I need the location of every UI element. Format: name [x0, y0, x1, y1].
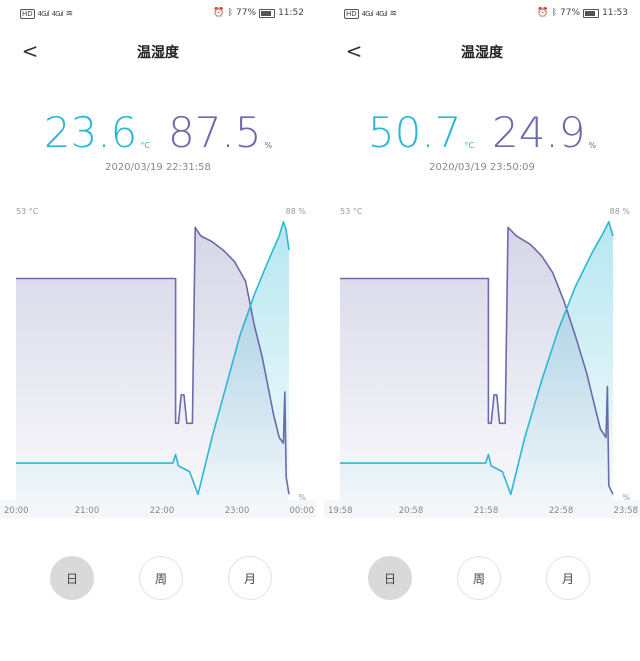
y-right-label-top: 88 %	[610, 207, 631, 216]
current-readings: 50.7 °C 24.9 %	[324, 108, 640, 158]
alarm-icon: ⏰	[213, 8, 225, 18]
history-chart[interactable]: 53 °C 88 %% 19:58 20:58 21:58 22:58 23:58	[324, 198, 640, 520]
bluetooth-icon: ᛒ	[227, 8, 234, 18]
status-bar: HD 4G.ıl 4G.ıl ≋ ⏰ ᛒ 77% 11:52	[0, 0, 316, 30]
wifi-icon: ≋	[65, 9, 74, 19]
signal-icon-2: 4G.ıl	[51, 10, 64, 18]
temperature-value: 50.7	[367, 108, 462, 157]
bluetooth-icon: ᛒ	[551, 8, 558, 18]
x-tick-label: 00:00	[290, 506, 315, 516]
y-right-label-bottom: %	[298, 493, 306, 502]
history-chart[interactable]: 53 °C 88 %% 20:00 21:00 22:00 23:00 00:00	[0, 198, 316, 520]
tab-week[interactable]: 周	[139, 556, 183, 600]
signal-icon-2: 4G.ıl	[375, 10, 388, 18]
header: < 温湿度	[0, 36, 316, 66]
x-tick-label: 21:58	[474, 506, 499, 516]
tab-week[interactable]: 周	[457, 556, 501, 600]
current-readings: 23.6 °C 87.5 %	[0, 108, 316, 158]
battery-icon	[259, 8, 276, 18]
x-tick-label: 22:00	[150, 506, 175, 516]
page-title: 温湿度	[137, 45, 179, 61]
battery-icon	[583, 8, 600, 18]
tab-month[interactable]: 月	[228, 556, 272, 600]
x-tick-label: 20:00	[4, 506, 29, 516]
x-tick-label: 19:58	[328, 506, 353, 516]
x-tick-label: 23:58	[614, 506, 639, 516]
humidity-value: 87.5	[167, 108, 262, 157]
hd-badge: HD	[20, 9, 35, 19]
x-tick-label: 20:58	[399, 506, 424, 516]
x-tick-label: 22:58	[549, 506, 574, 516]
x-tick-label: 21:00	[75, 506, 100, 516]
hd-badge: HD	[344, 9, 359, 19]
clock: 11:52	[278, 8, 304, 18]
humidity-unit: %	[588, 141, 597, 150]
y-left-label: 53 °C	[340, 207, 363, 216]
tab-month[interactable]: 月	[546, 556, 590, 600]
humidity-value: 24.9	[491, 108, 586, 157]
signal-icon: 4G.ıl	[361, 10, 374, 18]
screen-right: HD 4G.ıl 4G.ıl ≋ ⏰ ᛒ 77% 11:53 < 温湿度 50.…	[324, 0, 640, 661]
clock: 11:53	[602, 8, 628, 18]
battery-percent: 77%	[560, 8, 581, 18]
signal-icon: 4G.ıl	[37, 10, 50, 18]
x-tick-label: 23:00	[225, 506, 250, 516]
humidity-unit: %	[264, 141, 273, 150]
battery-percent: 77%	[236, 8, 257, 18]
status-bar: HD 4G.ıl 4G.ıl ≋ ⏰ ᛒ 77% 11:53	[324, 0, 640, 30]
wifi-icon: ≋	[389, 9, 398, 19]
tab-day[interactable]: 日	[50, 556, 94, 600]
tab-day[interactable]: 日	[368, 556, 412, 600]
temperature-value: 23.6	[43, 108, 138, 157]
y-right-label-top: 88 %	[286, 207, 307, 216]
y-right-label-bottom: %	[622, 493, 630, 502]
temperature-unit: °C	[464, 141, 474, 150]
page-title: 温湿度	[461, 45, 503, 61]
screen-left: HD 4G.ıl 4G.ıl ≋ ⏰ ᛒ 77% 11:52 < 温湿度 23.…	[0, 0, 316, 661]
reading-timestamp: 2020/03/19 22:31:58	[105, 162, 211, 173]
header: < 温湿度	[324, 36, 640, 66]
y-left-label: 53 °C	[16, 207, 39, 216]
alarm-icon: ⏰	[537, 8, 549, 18]
reading-timestamp: 2020/03/19 23:50:09	[429, 162, 535, 173]
temperature-unit: °C	[140, 141, 150, 150]
